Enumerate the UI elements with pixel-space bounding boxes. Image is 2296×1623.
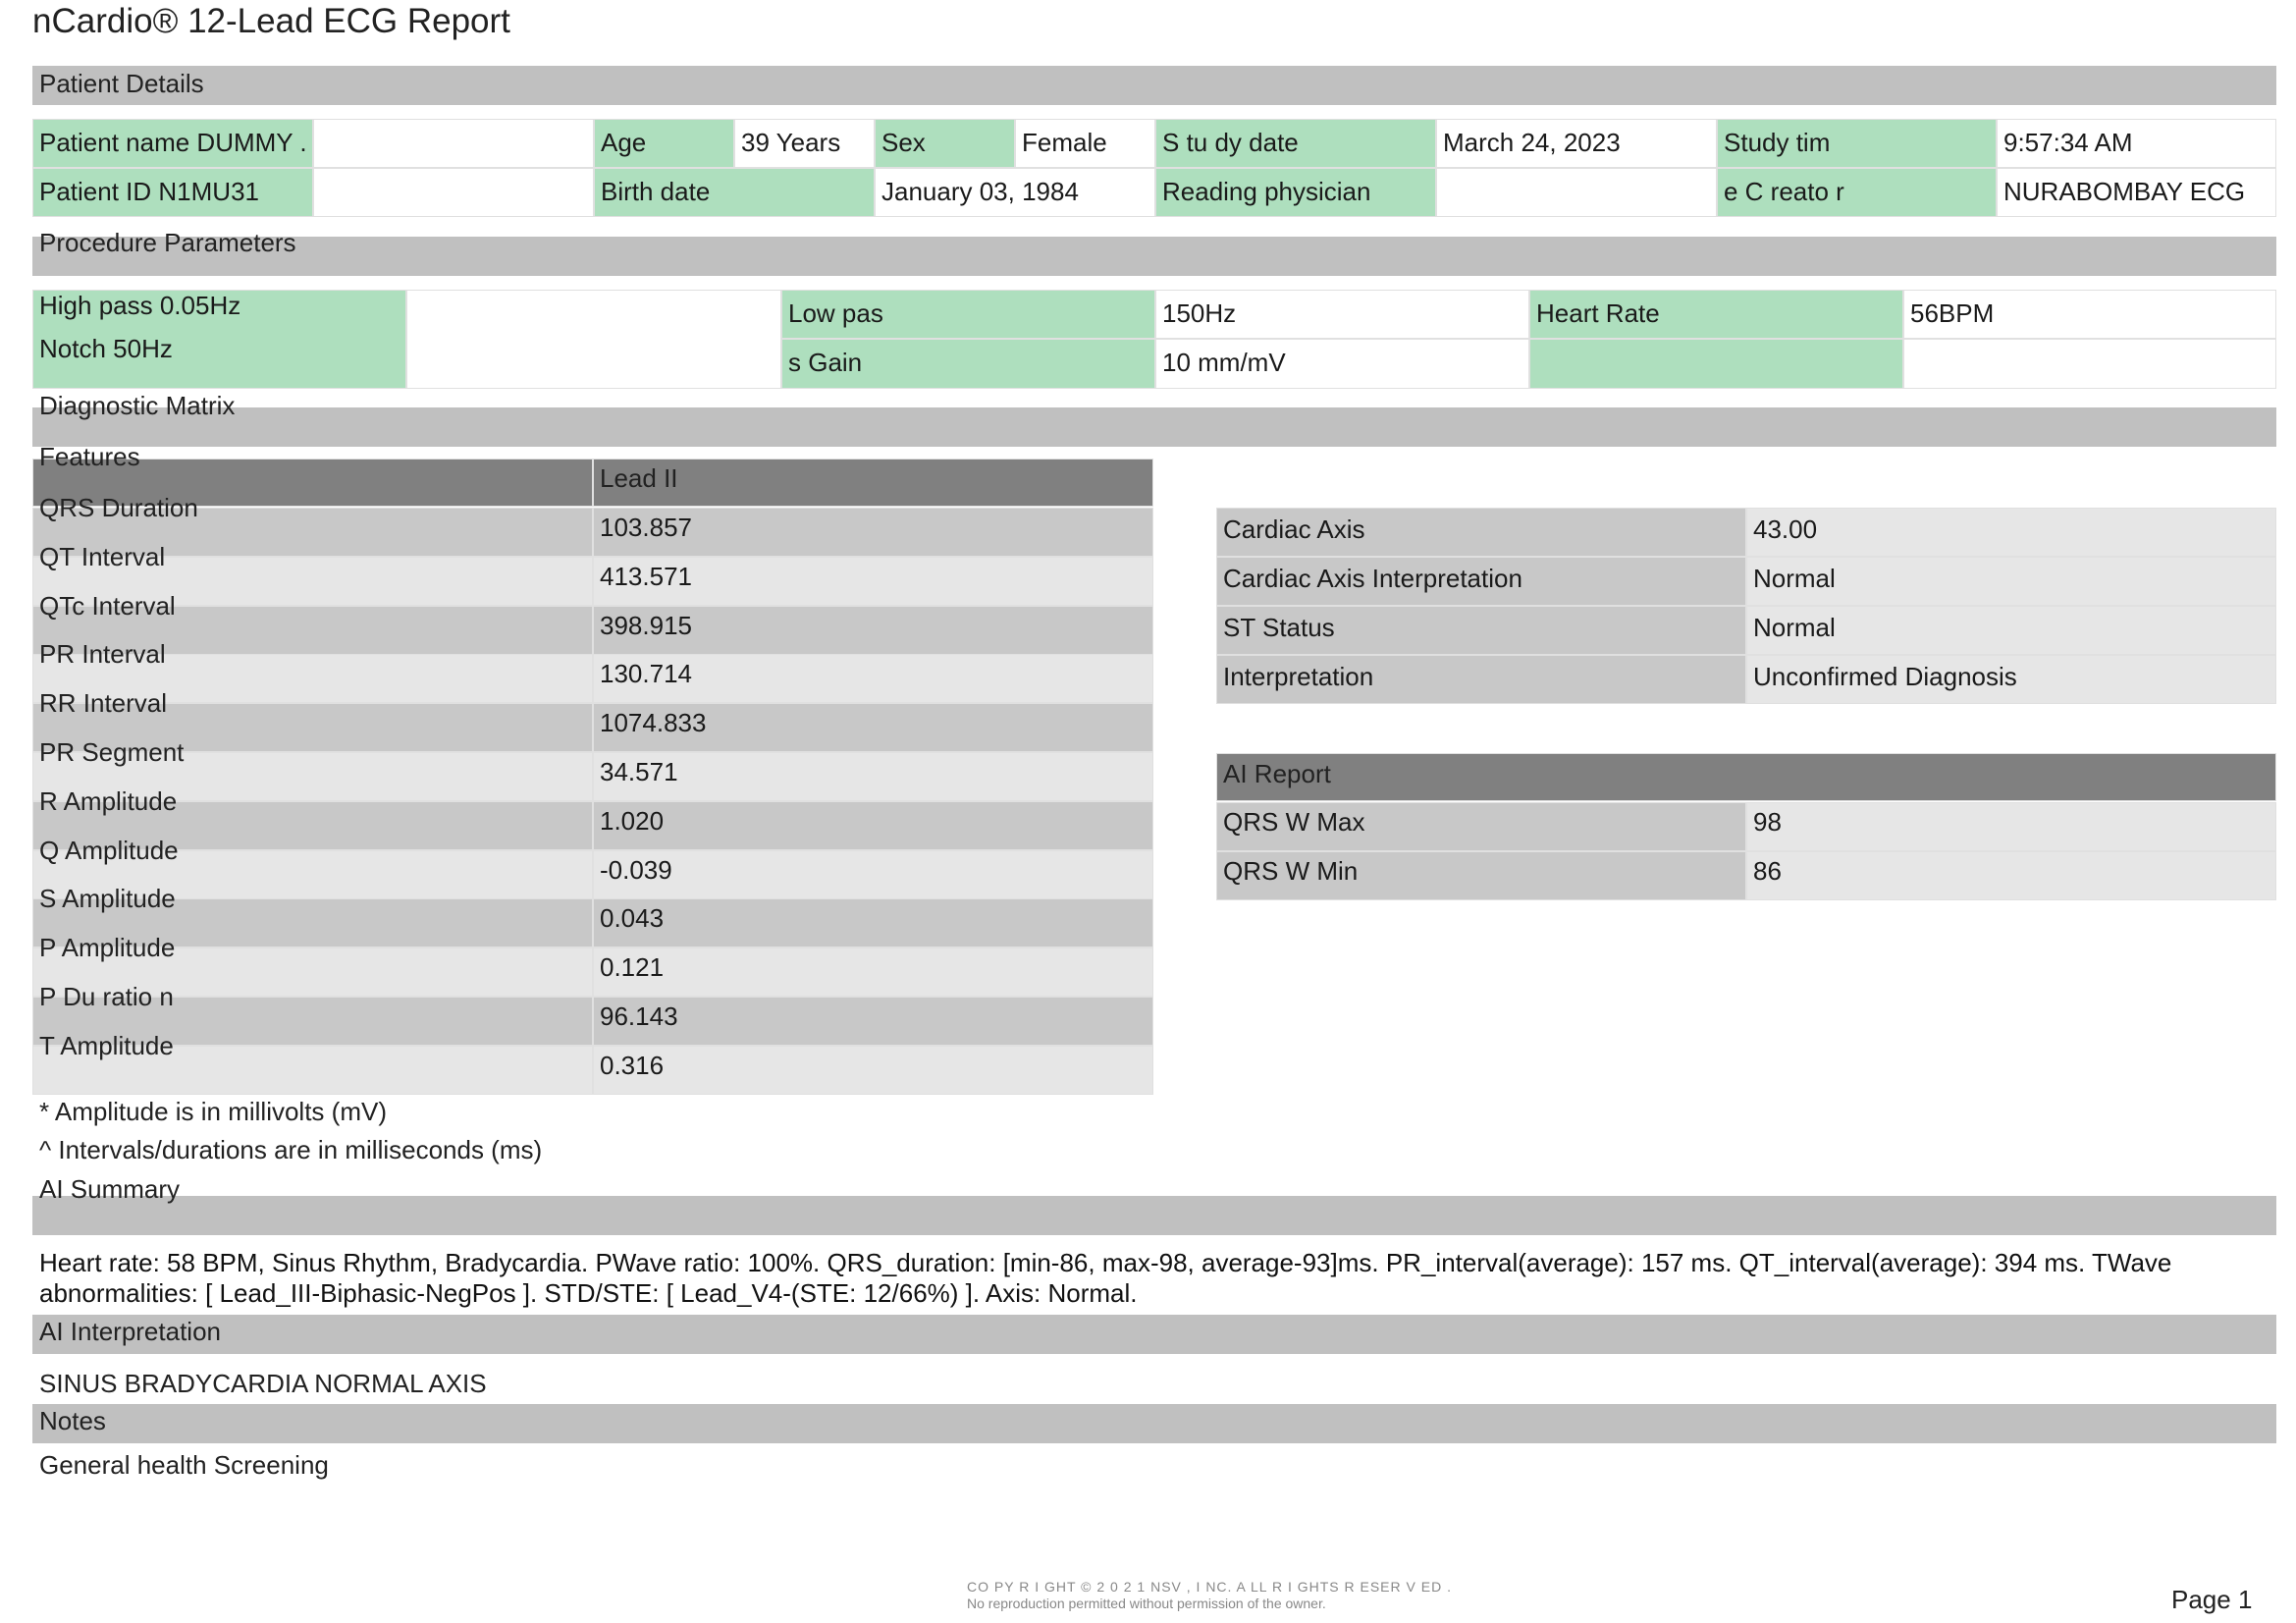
axis-row-label: Cardiac Axis <box>1216 508 1746 557</box>
axis-row-value: 43.00 <box>1746 508 2276 557</box>
feature-row-name: QRS Duration <box>39 493 198 522</box>
section-bar-patient-details <box>32 66 2276 105</box>
ai-report-row-value: 98 <box>1746 802 2276 851</box>
ai-interpretation-text: SINUS BRADYCARDIA NORMAL AXIS <box>39 1369 487 1398</box>
section-title-ai-summary: AI Summary <box>39 1174 181 1204</box>
feature-row-name: P Du ratio n <box>39 982 174 1011</box>
feature-row-value: 34.571 <box>593 752 1153 801</box>
section-title-ai-interpretation: AI Interpretation <box>39 1317 221 1346</box>
feature-row-value: 96.143 <box>593 997 1153 1046</box>
patient-name-label: Patient name DUMMY . <box>32 119 313 168</box>
axis-row-value: Normal <box>1746 606 2276 655</box>
feature-row-value: 1074.833 <box>593 703 1153 752</box>
section-title-notes: Notes <box>39 1406 106 1435</box>
ai-report-row-label: QRS W Min <box>1216 851 1746 900</box>
sex-label: Sex <box>875 119 1015 168</box>
heart-rate-label: Heart Rate <box>1529 290 1903 339</box>
ai-report-row-value: 86 <box>1746 851 2276 900</box>
lead-ii-header: Lead II <box>593 459 1153 507</box>
features-header-label: Features <box>39 442 140 471</box>
axis-row-label: Interpretation <box>1216 655 1746 704</box>
feature-row-name: P Amplitude <box>39 933 176 962</box>
report-title: nCardio® 12-Lead ECG Report <box>32 2 510 40</box>
feature-row-value: 103.857 <box>593 508 1153 557</box>
feature-row-value: 0.121 <box>593 947 1153 997</box>
study-time-value: 9:57:34 AM <box>1997 119 2276 168</box>
section-bar-ai-summary <box>32 1196 2276 1235</box>
feature-row-value: 0.043 <box>593 898 1153 947</box>
feature-row-name: S Amplitude <box>39 884 176 913</box>
feature-row-name: Q Amplitude <box>39 836 179 865</box>
feature-row-name: RR Interval <box>39 688 168 718</box>
study-date-value: March 24, 2023 <box>1436 119 1717 168</box>
low-pass-value: 150Hz <box>1155 290 1529 339</box>
birth-date-label: Birth date <box>594 168 875 217</box>
filter-settings-block: High pass 0.05Hz Notch 50Hz <box>32 290 406 389</box>
feature-row-value: 398.915 <box>593 606 1153 655</box>
reading-physician-value <box>1436 168 1717 217</box>
feature-row-name: R Amplitude <box>39 786 178 816</box>
axis-row-label: Cardiac Axis Interpretation <box>1216 557 1746 606</box>
patient-name-value <box>313 119 594 168</box>
feature-row-value: -0.039 <box>593 850 1153 899</box>
creator-value: NURABOMBAY ECG <box>1997 168 2276 217</box>
heart-rate-value: 56BPM <box>1903 290 2276 339</box>
axis-row-value: Unconfirmed Diagnosis <box>1746 655 2276 704</box>
patient-id-label: Patient ID N1MU31 <box>32 168 313 217</box>
copyright-line: CO PY R I GHT © 2 0 2 1 NSV , I NC. A LL… <box>967 1579 1452 1595</box>
notch-label: Notch 50Hz <box>39 334 173 363</box>
feature-row-name: QT Interval <box>39 542 166 571</box>
axis-row-label: ST Status <box>1216 606 1746 655</box>
low-pass-label: Low pas <box>781 290 1155 339</box>
page-number: Page 1 <box>2171 1585 2253 1614</box>
feature-row-value: 0.316 <box>593 1046 1153 1095</box>
creator-label: e C reato r <box>1717 168 1997 217</box>
sex-value: Female <box>1015 119 1155 168</box>
section-title-diagnostic-matrix: Diagnostic Matrix <box>39 391 236 420</box>
reproduction-notice: No reproduction permitted without permis… <box>967 1596 1326 1611</box>
section-bar-procedure-parameters <box>32 237 2276 276</box>
birth-date-value: January 03, 1984 <box>875 168 1155 217</box>
feature-row-name: PR Interval <box>39 639 166 669</box>
section-title-procedure-parameters: Procedure Parameters <box>39 228 296 257</box>
footnote-amplitude: * Amplitude is in millivolts (mV) <box>39 1097 387 1126</box>
empty-green-cell <box>1529 339 1903 389</box>
filter-settings-spacer <box>406 290 781 389</box>
study-date-label: S tu dy date <box>1155 119 1436 168</box>
gain-value: 10 mm/mV <box>1155 339 1529 389</box>
ai-report-header: AI Report <box>1216 753 2276 801</box>
age-label: Age <box>594 119 734 168</box>
footnote-intervals: ^ Intervals/durations are in millisecond… <box>39 1135 543 1164</box>
ai-summary-text: Heart rate: 58 BPM, Sinus Rhythm, Bradyc… <box>39 1248 2172 1308</box>
notes-text: General health Screening <box>39 1450 329 1480</box>
gain-label: s Gain <box>781 339 1155 389</box>
axis-row-value: Normal <box>1746 557 2276 606</box>
feature-row-value: 413.571 <box>593 557 1153 606</box>
reading-physician-label: Reading physician <box>1155 168 1436 217</box>
age-value: 39 Years <box>734 119 875 168</box>
high-pass-label: High pass 0.05Hz <box>39 291 241 320</box>
ai-report-row-label: QRS W Max <box>1216 802 1746 851</box>
feature-row-name: T Amplitude <box>39 1031 174 1060</box>
patient-id-value <box>313 168 594 217</box>
section-bar-diagnostic-matrix <box>32 407 2276 447</box>
study-time-label: Study tim <box>1717 119 1997 168</box>
section-title-patient-details: Patient Details <box>39 69 204 98</box>
empty-white-cell <box>1903 339 2276 389</box>
feature-row-value: 1.020 <box>593 801 1153 850</box>
feature-row-value: 130.714 <box>593 654 1153 703</box>
feature-row-name: PR Segment <box>39 737 185 767</box>
section-bar-notes <box>32 1404 2276 1443</box>
section-bar-ai-interpretation <box>32 1315 2276 1354</box>
feature-row-name: QTc Interval <box>39 591 176 621</box>
